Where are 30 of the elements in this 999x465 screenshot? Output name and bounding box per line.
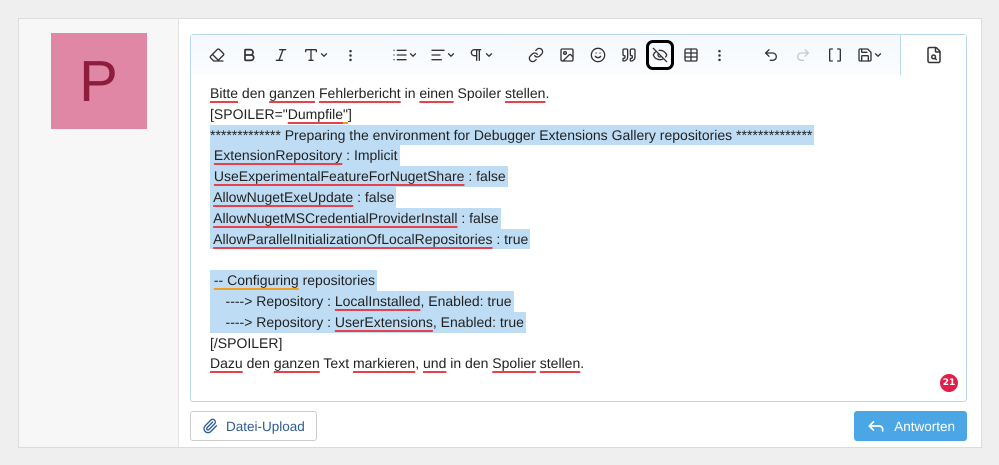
eye-slash-button[interactable] [646, 40, 674, 70]
link-icon [528, 47, 544, 63]
avatar: P [50, 33, 146, 129]
smiley-icon [590, 47, 606, 63]
undo-icon [763, 47, 779, 63]
caret-icon [446, 50, 456, 60]
paragraph-icon [468, 47, 484, 63]
align-icon [430, 47, 446, 63]
redo-icon [795, 47, 811, 63]
caret-icon [873, 50, 883, 60]
bold-icon [241, 47, 257, 63]
eraser-icon [209, 47, 225, 63]
eye-slash-icon [652, 47, 668, 63]
caret-icon [319, 50, 329, 60]
paperclip-icon [202, 418, 218, 434]
italic-icon [273, 47, 289, 63]
table-icon [683, 47, 699, 63]
brackets-icon [827, 47, 843, 63]
preview-icon [924, 46, 942, 64]
caret-icon [408, 50, 418, 60]
character-count-badge: 21 [940, 374, 958, 392]
quote-icon [621, 47, 637, 63]
text-size-icon [303, 47, 319, 63]
upload-button[interactable]: Datei-Upload [190, 411, 317, 441]
list-icon [392, 47, 408, 63]
caret-icon [484, 50, 494, 60]
editor[interactable] [190, 34, 967, 402]
save-icon [857, 47, 873, 63]
preview-button[interactable] [900, 35, 966, 75]
image-icon [559, 47, 575, 63]
